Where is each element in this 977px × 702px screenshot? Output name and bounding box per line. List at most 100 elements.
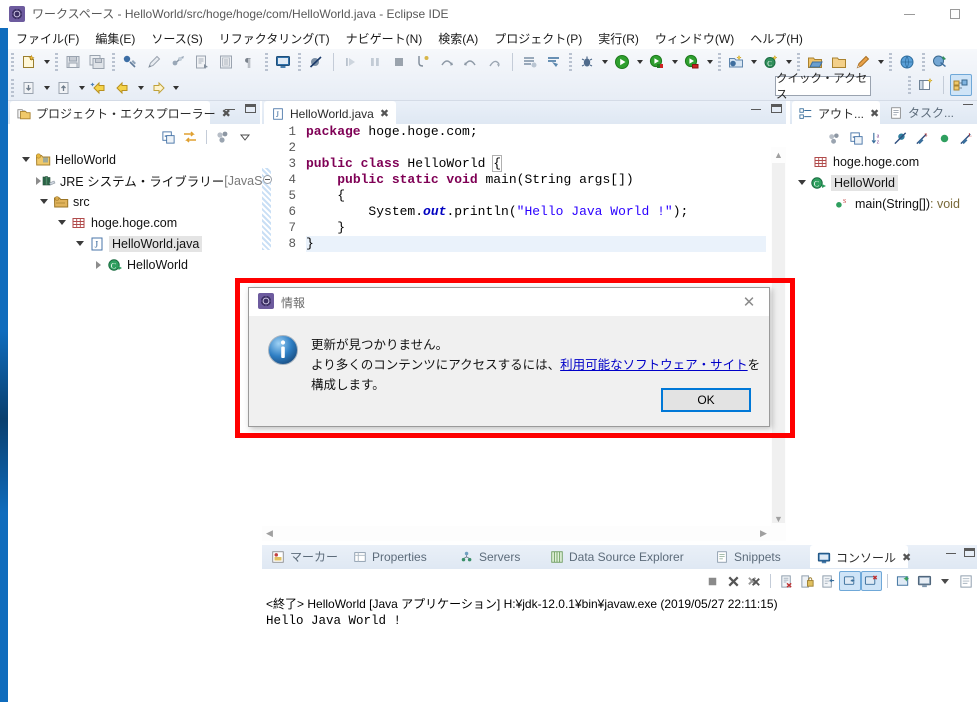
menu-edit[interactable]: 編集(E) [87,28,143,49]
menu-project[interactable]: プロジェクト(P) [486,28,590,49]
new-wizard-icon[interactable] [18,51,40,73]
toolbar-grip[interactable] [908,76,911,94]
menu-help[interactable]: ヘルプ(H) [742,28,811,49]
tree-node-helloworld-project[interactable]: HelloWorld [8,149,260,170]
import-dropdown-icon[interactable] [41,77,52,99]
show-console-on-output-icon[interactable] [839,571,861,591]
toolbar-grip[interactable] [569,53,572,71]
java-perspective-icon[interactable] [950,74,972,96]
display-selected-console-icon[interactable] [914,571,935,591]
view-menu-icon[interactable] [212,127,234,147]
minimize-icon[interactable] [887,0,932,28]
link-with-editor-icon[interactable] [179,127,201,147]
tab-tasks[interactable]: タスク... [882,101,962,124]
ok-button[interactable]: OK [661,388,751,412]
run-coverage-dropdown-icon[interactable] [669,51,680,73]
save-icon[interactable] [62,51,84,73]
skip-breakpoints-icon[interactable] [305,51,327,73]
new-java-project-dropdown-icon[interactable] [748,51,759,73]
sort-icon[interactable]: a z [867,128,889,148]
annotation-dropdown-icon[interactable] [875,51,886,73]
close-icon[interactable]: ✕ [729,288,769,316]
console-output[interactable]: <終了> HelloWorld [Java アプリケーション] H:¥jdk-1… [262,591,977,628]
hide-local-icon[interactable]: L [955,128,977,148]
maximize-view-icon[interactable] [771,104,782,113]
step-return-icon[interactable] [460,51,482,73]
close-icon[interactable]: ✖ [902,551,911,564]
expand-chevron-icon[interactable] [54,220,70,225]
open-task-icon[interactable] [519,51,541,73]
maximize-icon[interactable] [932,0,977,28]
toolbar-grip[interactable] [55,53,58,71]
resume-icon[interactable] [340,51,362,73]
tree-node-src[interactable]: src [8,191,260,212]
open-perspective-icon[interactable] [915,74,937,96]
remove-all-launches-icon[interactable] [744,571,765,591]
tab-servers[interactable]: Servers [453,545,541,568]
import-icon[interactable] [18,77,40,99]
external-tools-icon[interactable] [167,51,189,73]
maximize-view-icon[interactable] [964,548,975,557]
toolbar-grip[interactable] [797,53,800,71]
collapse-all-icon[interactable] [157,127,179,147]
menu-source[interactable]: ソース(S) [143,28,210,49]
scroll-left-icon[interactable]: ◀ [262,526,277,541]
outline-node-package[interactable]: hoge.hoge.com [790,151,977,172]
show-console-on-error-icon[interactable] [860,571,882,591]
outline-node-method[interactable]: S main(String[]) : void [790,193,977,214]
suspend-icon[interactable] [364,51,386,73]
new-wizard-dropdown-icon[interactable] [41,51,52,73]
tab-outline[interactable]: アウト... ✖ [792,101,880,124]
outline-node-class[interactable]: C HelloWorld [790,172,977,193]
toggle-breakpoint-icon[interactable] [119,51,141,73]
close-icon[interactable]: ✖ [870,107,879,120]
tab-markers[interactable]: マーカー [264,545,344,568]
clear-console-icon[interactable] [776,571,797,591]
maximize-view-icon[interactable] [245,104,256,113]
hide-nonpublic-icon[interactable] [933,128,955,148]
step-over-icon[interactable] [436,51,458,73]
run-coverage-icon[interactable] [646,51,668,73]
web-browser-icon[interactable] [896,51,918,73]
console-view-icon[interactable] [272,51,294,73]
collapse-all-icon[interactable] [845,128,867,148]
run-dropdown-icon[interactable] [634,51,645,73]
hide-static-icon[interactable]: S [911,128,933,148]
scroll-lock-icon[interactable] [797,571,818,591]
hide-fields-icon[interactable] [889,128,911,148]
scroll-down-icon[interactable]: ▼ [771,511,786,526]
tree-node-helloworld-class[interactable]: C HelloWorld [8,254,260,275]
menu-window[interactable]: ウィンドウ(W) [647,28,742,49]
drop-to-frame-icon[interactable] [484,51,506,73]
close-icon[interactable]: ✖ [380,107,389,120]
print-icon[interactable] [215,51,237,73]
debug-dropdown-icon[interactable] [599,51,610,73]
tree-node-helloworld-java[interactable]: J HelloWorld.java [8,233,260,254]
tab-data-source-explorer[interactable]: Data Source Explorer [543,545,706,568]
quick-access-input[interactable]: クイック・アクセス [775,73,871,101]
new-java-project-icon[interactable] [725,51,747,73]
view-dropdown-icon[interactable] [234,127,256,147]
tab-project-explorer[interactable]: プロジェクト・エクスプローラー ✖ [10,101,231,124]
menu-file[interactable]: ファイル(F) [8,28,87,49]
pencil-icon[interactable] [143,51,165,73]
fold-collapse-icon[interactable] [263,175,272,184]
save-all-icon[interactable] [86,51,108,73]
back-history-icon[interactable] [88,77,110,99]
back-icon[interactable] [112,77,134,99]
toolbar-grip[interactable] [265,53,268,71]
forward-icon[interactable] [147,77,169,99]
toolbar-grip[interactable] [11,79,14,97]
build-icon[interactable] [191,51,213,73]
editor-horizontal-scrollbar[interactable]: ◀ ▶ [262,526,786,541]
display-dropdown-icon[interactable] [935,571,956,591]
tree-node-jre-library[interactable]: JRE システム・ライブラリー [JavaSE-11] [8,170,291,191]
menu-refactor[interactable]: リファクタリング(T) [211,28,338,49]
external-launch-icon[interactable] [929,51,951,73]
menu-run[interactable]: 実行(R) [590,28,647,49]
export-icon[interactable] [53,77,75,99]
collapse-chevron-icon[interactable] [90,260,106,269]
tab-helloworld-java[interactable]: J HelloWorld.java ✖ [264,101,396,124]
expand-chevron-icon[interactable] [794,180,810,185]
menu-search[interactable]: 検索(A) [430,28,486,49]
